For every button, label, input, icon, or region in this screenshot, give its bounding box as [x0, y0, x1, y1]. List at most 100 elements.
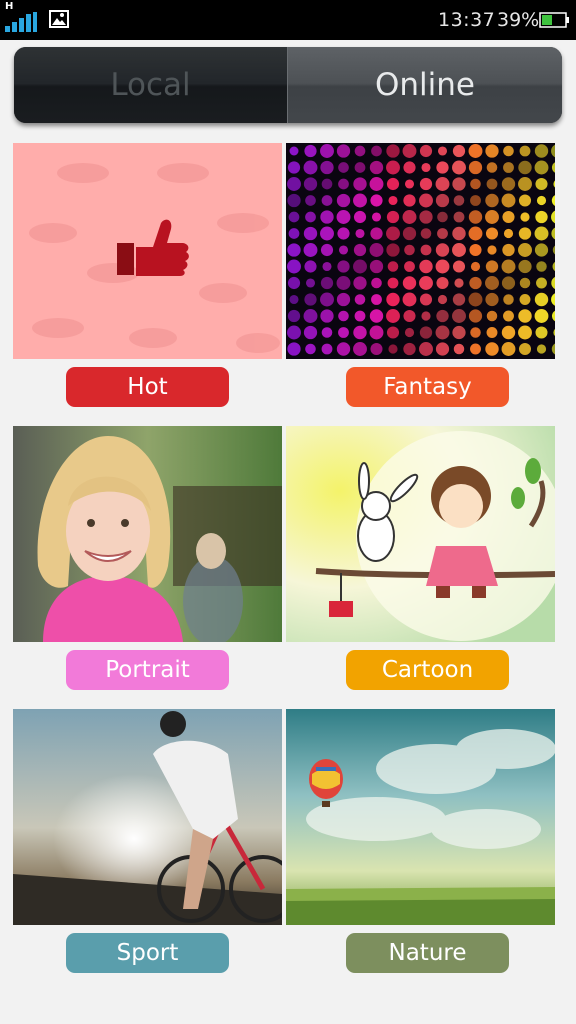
fantasy-light-dot	[320, 292, 334, 307]
fantasy-light-dot	[487, 245, 497, 255]
fantasy-light-dot	[338, 178, 349, 190]
fantasy-light-dot	[452, 144, 466, 158]
fantasy-light-dot	[519, 294, 531, 305]
fantasy-light-dot	[452, 260, 466, 273]
fantasy-light-dot	[485, 210, 499, 224]
fantasy-light-dot	[519, 277, 531, 289]
fantasy-light-dot	[485, 276, 499, 290]
fantasy-light-dot	[518, 309, 532, 323]
category-label-cartoon: Cartoon	[381, 657, 474, 683]
fantasy-light-dot	[419, 210, 433, 224]
fantasy-light-dot	[320, 276, 334, 290]
cartoon-thumbnail-image	[286, 426, 555, 642]
fantasy-light-dot	[386, 160, 400, 175]
fantasy-light-dot	[321, 178, 333, 190]
fantasy-light-dot	[303, 309, 318, 323]
fantasy-light-dot	[486, 310, 498, 322]
source-toggle: Local Online	[14, 47, 562, 123]
fantasy-light-dot	[534, 226, 549, 241]
fantasy-light-dot	[369, 325, 384, 340]
fantasy-light-dot	[437, 146, 448, 156]
fantasy-light-dot	[535, 326, 548, 339]
fantasy-light-dot	[369, 243, 384, 257]
category-thumbnail-cartoon[interactable]	[286, 426, 555, 642]
category-button-fantasy[interactable]: Fantasy	[346, 367, 509, 407]
fantasy-light-dot	[402, 276, 417, 290]
fantasy-light-dot	[437, 211, 448, 223]
fantasy-light-dot	[303, 243, 318, 257]
category-thumbnail-hot[interactable]	[13, 143, 282, 359]
fantasy-light-dot	[386, 326, 400, 339]
fantasy-light-dot	[289, 294, 299, 305]
fantasy-light-dot	[305, 278, 316, 288]
fantasy-light-dot	[338, 162, 349, 173]
battery-icon	[539, 12, 569, 28]
fantasy-light-dot	[371, 294, 382, 305]
category-button-portrait[interactable]: Portrait	[66, 650, 229, 690]
fantasy-light-dot	[287, 342, 301, 356]
fantasy-light-dot	[468, 160, 483, 175]
fantasy-light-dot	[503, 145, 514, 157]
fantasy-light-dot	[518, 227, 532, 240]
fantasy-light-dot	[402, 144, 417, 158]
tab-local[interactable]: Local	[14, 47, 287, 123]
fantasy-light-dot	[287, 325, 301, 340]
status-bar: H 13:37 39%	[0, 0, 576, 40]
fantasy-light-dot	[336, 193, 351, 208]
fantasy-light-dot	[403, 342, 416, 356]
fantasy-light-dot	[287, 193, 301, 208]
fantasy-light-dot	[403, 309, 416, 323]
fantasy-light-dot	[386, 226, 400, 241]
category-thumbnail-nature[interactable]	[286, 709, 555, 925]
fantasy-light-dot	[454, 278, 464, 288]
image-notification-icon	[49, 10, 69, 28]
fantasy-light-dot	[320, 160, 334, 175]
fantasy-light-dot	[353, 210, 367, 224]
fantasy-light-dot	[353, 177, 367, 191]
category-button-cartoon[interactable]: Cartoon	[346, 650, 509, 690]
fantasy-light-dot	[303, 177, 318, 191]
fantasy-light-dot	[469, 276, 482, 290]
category-thumbnail-sport[interactable]	[13, 709, 282, 925]
fantasy-light-dot	[369, 309, 384, 323]
fantasy-light-dot	[336, 292, 351, 307]
fantasy-light-dot	[485, 227, 499, 240]
fantasy-light-dot	[287, 276, 301, 290]
fantasy-light-dot	[518, 177, 532, 191]
category-button-hot[interactable]: Hot	[66, 367, 229, 407]
fantasy-light-dot	[369, 177, 384, 191]
fantasy-light-dot	[369, 259, 384, 274]
fantasy-light-dot	[452, 226, 466, 241]
network-type-indicator: H	[5, 1, 14, 12]
fantasy-light-dot	[452, 177, 466, 191]
category-thumbnail-fantasy[interactable]	[286, 143, 555, 359]
fantasy-light-dot	[453, 211, 465, 223]
category-button-sport[interactable]: Sport	[66, 933, 229, 973]
fantasy-light-dot	[354, 310, 366, 322]
fantasy-light-dot	[387, 261, 399, 272]
fantasy-light-dot	[534, 160, 549, 175]
fantasy-light-dot	[287, 243, 301, 257]
fantasy-light-dot	[486, 178, 498, 190]
category-button-nature[interactable]: Nature	[346, 933, 509, 973]
fantasy-light-dot	[452, 293, 466, 306]
fantasy-light-dot	[419, 342, 433, 356]
fantasy-light-dot	[518, 342, 532, 356]
fantasy-light-dot	[404, 261, 415, 272]
fantasy-light-dot	[370, 227, 383, 240]
fantasy-light-dot	[386, 144, 400, 158]
fantasy-light-dot	[435, 193, 450, 208]
fantasy-light-dot	[468, 226, 483, 241]
fantasy-light-dot	[503, 294, 514, 305]
category-thumbnail-portrait[interactable]	[13, 426, 282, 642]
fantasy-light-dot	[304, 293, 317, 306]
tab-online[interactable]: Online	[288, 47, 562, 123]
fantasy-light-dot	[404, 327, 415, 338]
fantasy-light-dot	[354, 162, 366, 173]
fantasy-light-dot	[322, 261, 332, 272]
fantasy-light-dot	[388, 195, 398, 206]
fantasy-light-dot	[518, 325, 532, 340]
fantasy-light-dot	[435, 177, 450, 191]
fantasy-light-dot	[287, 309, 301, 323]
fantasy-light-dot	[288, 228, 300, 239]
